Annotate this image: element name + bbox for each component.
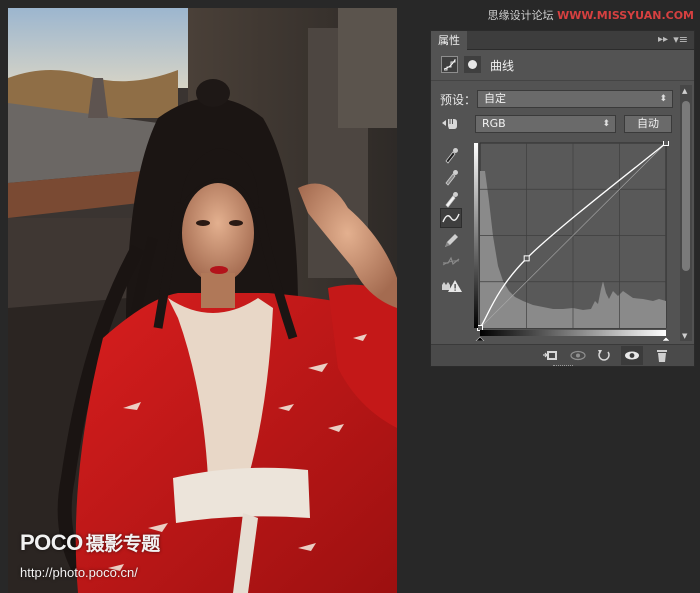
document-canvas-photo[interactable]: POCO 摄影专题 http://photo.poco.cn/: [8, 8, 397, 593]
curves-graph[interactable]: [473, 141, 669, 341]
clipping-warning-icon[interactable]: [440, 276, 462, 296]
scroll-thumb[interactable]: [682, 101, 690, 271]
curves-adjustment-icon[interactable]: [441, 56, 458, 73]
panel-footer-toolbar: [431, 344, 694, 366]
curve-point-icon[interactable]: [440, 208, 462, 228]
view-previous-icon[interactable]: [569, 348, 587, 363]
panel-tab-bar: 属性 ▸▸ ▾≡: [431, 31, 694, 50]
scroll-up-icon[interactable]: ▲: [682, 87, 687, 95]
poco-url: http://photo.poco.cn/: [20, 565, 138, 580]
properties-panel: 属性 ▸▸ ▾≡ 曲线 预设： 自定 ⬍ RGB ⬍ 自动 ▲ ▼: [430, 30, 695, 367]
chevron-updown-icon: ⬍: [602, 119, 610, 129]
smooth-icon[interactable]: [440, 251, 462, 271]
tab-properties[interactable]: 属性: [431, 31, 467, 50]
curve-control-point[interactable]: [523, 255, 530, 262]
preset-value: 自定: [484, 92, 506, 105]
portrait-photo: [8, 8, 397, 593]
clip-to-layer-icon[interactable]: [541, 348, 559, 363]
channel-value: RGB: [482, 117, 506, 130]
auto-button[interactable]: 自动: [624, 115, 672, 133]
input-gradient-bar: [474, 143, 478, 328]
eyedropper-white-icon[interactable]: [440, 188, 462, 208]
poco-suffix: 摄影专题: [85, 533, 161, 555]
reset-icon[interactable]: [595, 348, 613, 363]
panel-header: 曲线: [431, 51, 694, 81]
preset-label: 预设：: [440, 93, 477, 107]
pencil-icon[interactable]: [440, 230, 462, 250]
curve-control-point[interactable]: [663, 141, 669, 146]
poco-watermark: POCO 摄影专题: [20, 529, 160, 556]
panel-title: 曲线: [490, 59, 515, 73]
black-point-slider: [475, 336, 485, 341]
scroll-down-icon[interactable]: ▼: [682, 332, 687, 340]
channel-dropdown[interactable]: RGB ⬍: [475, 115, 616, 133]
site-watermark: 思缘设计论坛 WWW.MISSYUAN.COM: [488, 7, 694, 23]
eyedropper-gray-icon[interactable]: [440, 166, 462, 186]
preset-dropdown[interactable]: 自定 ⬍: [477, 90, 673, 108]
panel-scrollbar[interactable]: ▲ ▼: [680, 85, 692, 341]
curve-control-point[interactable]: [477, 325, 483, 331]
white-point-slider: [661, 336, 669, 341]
site-watermark-domain: WWW.MISSYUAN.COM: [557, 9, 694, 22]
visibility-eye-icon[interactable]: [621, 346, 643, 365]
panel-menu-button[interactable]: ▾≡: [673, 33, 688, 46]
output-gradient-bar: [480, 330, 666, 336]
collapse-panel-button[interactable]: ▸▸: [658, 34, 668, 45]
poco-logo-text: POCO: [20, 530, 83, 555]
panel-resize-grip[interactable]: [552, 365, 573, 369]
targeted-adjustment-hand-icon[interactable]: [439, 114, 461, 134]
layer-mask-icon[interactable]: [464, 56, 481, 73]
chevron-updown-icon: ⬍: [659, 94, 667, 104]
site-watermark-prefix: 思缘设计论坛: [487, 9, 554, 22]
eyedropper-black-icon[interactable]: [440, 144, 462, 164]
trash-icon[interactable]: [653, 348, 671, 363]
